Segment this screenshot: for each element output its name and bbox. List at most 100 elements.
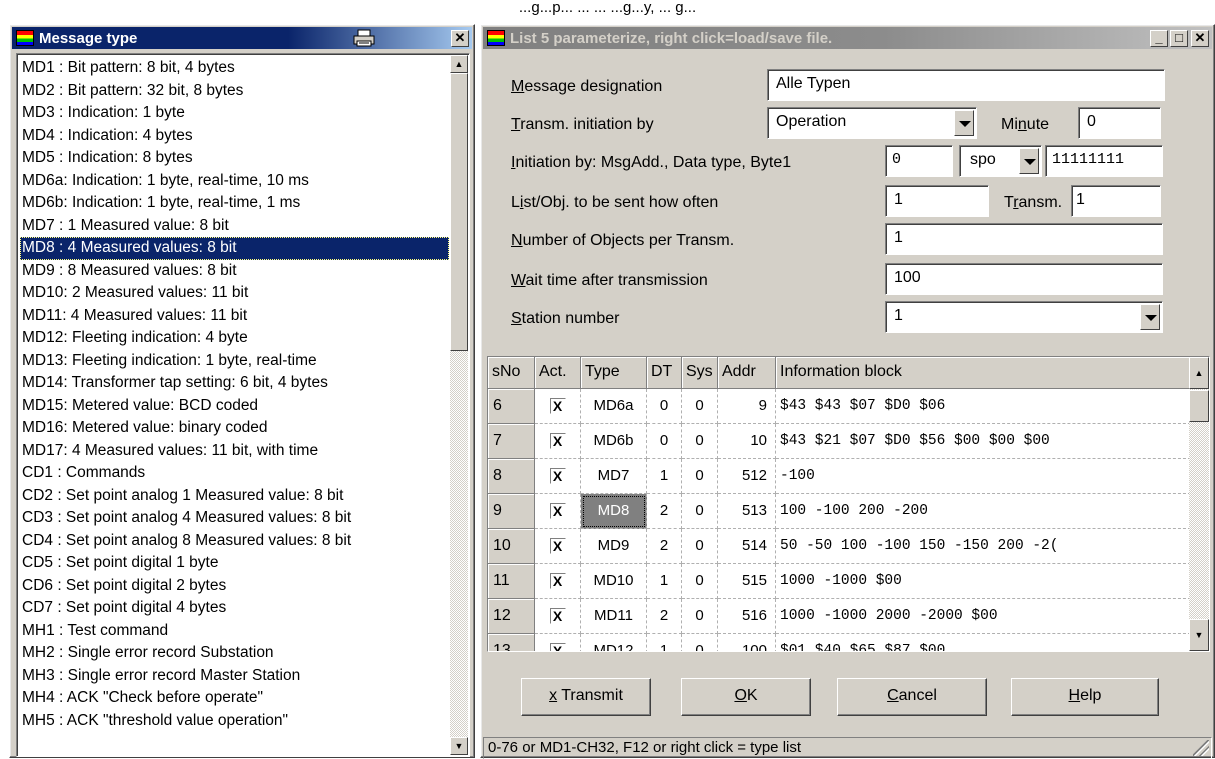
row-dt[interactable]: 1 <box>647 564 682 599</box>
table-row[interactable]: 13 X MD12 1 0 100 $01 $40 $65 $87 $00 <box>488 634 1191 651</box>
list-item[interactable]: MH4 : ACK "Check before operate" <box>20 687 449 710</box>
list-item[interactable]: MD11: 4 Measured values: 11 bit <box>20 305 449 328</box>
list-item[interactable]: MD8 : 4 Measured values: 8 bit <box>20 237 449 260</box>
row-act-cell[interactable]: X <box>535 494 581 529</box>
row-dt[interactable]: 2 <box>647 529 682 564</box>
row-info[interactable]: 1000 -1000 2000 -2000 $00 <box>776 599 1191 634</box>
transm-field[interactable]: 1 <box>1071 185 1161 217</box>
list-item[interactable]: MD6b: Indication: 1 byte, real-time, 1 m… <box>20 192 449 215</box>
list-item[interactable]: MD7 : 1 Measured value: 8 bit <box>20 215 449 238</box>
printer-icon[interactable] <box>352 29 376 47</box>
list-item[interactable]: MD15: Metered value: BCD coded <box>20 395 449 418</box>
scroll-down-button[interactable]: ▼ <box>1189 619 1209 651</box>
header-act[interactable]: Act. <box>535 357 581 389</box>
list-item[interactable]: CD3 : Set point analog 4 Measured values… <box>20 507 449 530</box>
cancel-button[interactable]: Cancel <box>837 678 987 716</box>
list-item[interactable]: MD2 : Bit pattern: 32 bit, 8 bytes <box>20 80 449 103</box>
list-item[interactable]: MD17: 4 Measured values: 11 bit, with ti… <box>20 440 449 463</box>
chevron-down-icon[interactable] <box>954 110 974 136</box>
row-dt[interactable]: 0 <box>647 389 682 424</box>
row-act-cell[interactable]: X <box>535 459 581 494</box>
ok-button[interactable]: OK <box>681 678 811 716</box>
list-item[interactable]: CD4 : Set point analog 8 Measured values… <box>20 530 449 553</box>
wait-time-field[interactable]: 100 <box>885 263 1163 295</box>
table-row[interactable]: 7 X MD6b 0 0 10 $43 $21 $07 $D0 $56 $00 $00 $0… <box>488 424 1191 459</box>
row-info[interactable]: -100 <box>776 459 1191 494</box>
list-item[interactable]: MD12: Fleeting indication: 4 byte <box>20 327 449 350</box>
row-addr[interactable]: 100 <box>718 634 776 651</box>
row-sys[interactable]: 0 <box>682 564 718 599</box>
row-act-cell[interactable]: X <box>535 424 581 459</box>
list-item[interactable]: CD6 : Set point digital 2 bytes <box>20 575 449 598</box>
list-item[interactable]: CD5 : Set point digital 1 byte <box>20 552 449 575</box>
list-item[interactable]: MH2 : Single error record Substation <box>20 642 449 665</box>
row-act-cell[interactable]: X <box>535 634 581 651</box>
table-row[interactable]: 10 X MD9 2 0 514 50 -50 100 -100 150 -150 200 … <box>488 529 1191 564</box>
header-addr[interactable]: Addr <box>718 357 776 389</box>
list-item[interactable]: MD5 : Indication: 8 bytes <box>20 147 449 170</box>
row-sys[interactable]: 0 <box>682 599 718 634</box>
row-dt[interactable]: 1 <box>647 634 682 651</box>
list-scrollbar[interactable]: ▲ ▼ <box>450 55 468 755</box>
row-type[interactable]: MD12 <box>581 634 647 651</box>
header-info[interactable]: Information block <box>776 357 1191 389</box>
row-info[interactable]: $43 $43 $07 $D0 $06 <box>776 389 1191 424</box>
scroll-up-button[interactable]: ▲ <box>450 55 468 73</box>
active-checkbox[interactable]: X <box>549 538 566 554</box>
list-item[interactable]: MD4 : Indication: 4 bytes <box>20 125 449 148</box>
initiation-msgadd-field[interactable]: 0 <box>885 145 953 177</box>
row-act-cell[interactable]: X <box>535 599 581 634</box>
row-info[interactable]: 50 -50 100 -100 150 -150 200 -2( <box>776 529 1191 564</box>
row-act-cell[interactable]: X <box>535 529 581 564</box>
row-type[interactable]: MD8 <box>581 494 647 529</box>
transm-initiation-dropdown[interactable]: Operation <box>767 107 977 139</box>
row-addr[interactable]: 513 <box>718 494 776 529</box>
header-sys[interactable]: Sys <box>682 357 718 389</box>
list-item[interactable]: MD1 : Bit pattern: 8 bit, 4 bytes <box>20 57 449 80</box>
row-type[interactable]: MD10 <box>581 564 647 599</box>
list-item[interactable]: CD7 : Set point digital 4 bytes <box>20 597 449 620</box>
row-info[interactable]: 100 -100 200 -200 <box>776 494 1191 529</box>
active-checkbox[interactable]: X <box>549 608 566 624</box>
grid-scrollbar[interactable]: ▲ ▼ <box>1189 357 1209 651</box>
table-row[interactable]: 6 X MD6a 0 0 9 $43 $43 $07 $D0 $06 <box>488 389 1191 424</box>
scroll-thumb[interactable] <box>450 73 468 351</box>
list-item[interactable]: MD14: Transformer tap setting: 6 bit, 4 … <box>20 372 449 395</box>
table-row[interactable]: 9 X MD8 2 0 513 100 -100 200 -200 <box>488 494 1191 529</box>
active-checkbox[interactable]: X <box>549 398 566 414</box>
row-addr[interactable]: 512 <box>718 459 776 494</box>
list-obj-how-often-field[interactable]: 1 <box>885 185 989 217</box>
close-button[interactable]: ✕ <box>451 30 469 47</box>
station-number-dropdown[interactable]: 1 <box>885 301 1163 333</box>
row-addr[interactable]: 10 <box>718 424 776 459</box>
row-sys[interactable]: 0 <box>682 424 718 459</box>
row-dt[interactable]: 0 <box>647 424 682 459</box>
message-designation-field[interactable]: Alle Typen <box>767 69 1165 101</box>
close-button[interactable]: ✕ <box>1191 30 1209 47</box>
initiation-type-dropdown[interactable]: spo <box>959 145 1042 177</box>
list-parameterize-titlebar[interactable]: List 5 parameterize, right click=load/sa… <box>483 27 1212 49</box>
list-item[interactable]: MD10: 2 Measured values: 11 bit <box>20 282 449 305</box>
active-checkbox[interactable]: X <box>549 433 566 449</box>
list-item[interactable]: CD1 : Commands <box>20 462 449 485</box>
row-addr[interactable]: 9 <box>718 389 776 424</box>
resize-grip-icon[interactable] <box>1193 740 1209 756</box>
list-item[interactable]: MD3 : Indication: 1 byte <box>20 102 449 125</box>
header-dt[interactable]: DT <box>647 357 682 389</box>
list-item[interactable]: MD6a: Indication: 1 byte, real-time, 10 … <box>20 170 449 193</box>
scroll-up-button[interactable]: ▲ <box>1189 357 1209 389</box>
help-button[interactable]: Help <box>1011 678 1159 716</box>
row-dt[interactable]: 1 <box>647 459 682 494</box>
row-sys[interactable]: 0 <box>682 529 718 564</box>
list-item[interactable]: CD2 : Set point analog 1 Measured value:… <box>20 485 449 508</box>
initiation-byte1-field[interactable]: 11111111 <box>1045 145 1163 177</box>
row-type[interactable]: MD11 <box>581 599 647 634</box>
row-addr[interactable]: 515 <box>718 564 776 599</box>
row-dt[interactable]: 2 <box>647 494 682 529</box>
row-type[interactable]: MD7 <box>581 459 647 494</box>
maximize-button[interactable]: □ <box>1170 30 1188 47</box>
table-row[interactable]: 11 X MD10 1 0 515 1000 -1000 $00 <box>488 564 1191 599</box>
list-item[interactable]: MH3 : Single error record Master Station <box>20 665 449 688</box>
row-info[interactable]: $43 $21 $07 $D0 $56 $00 $00 $00 <box>776 424 1191 459</box>
minute-field[interactable]: 0 <box>1078 107 1161 139</box>
